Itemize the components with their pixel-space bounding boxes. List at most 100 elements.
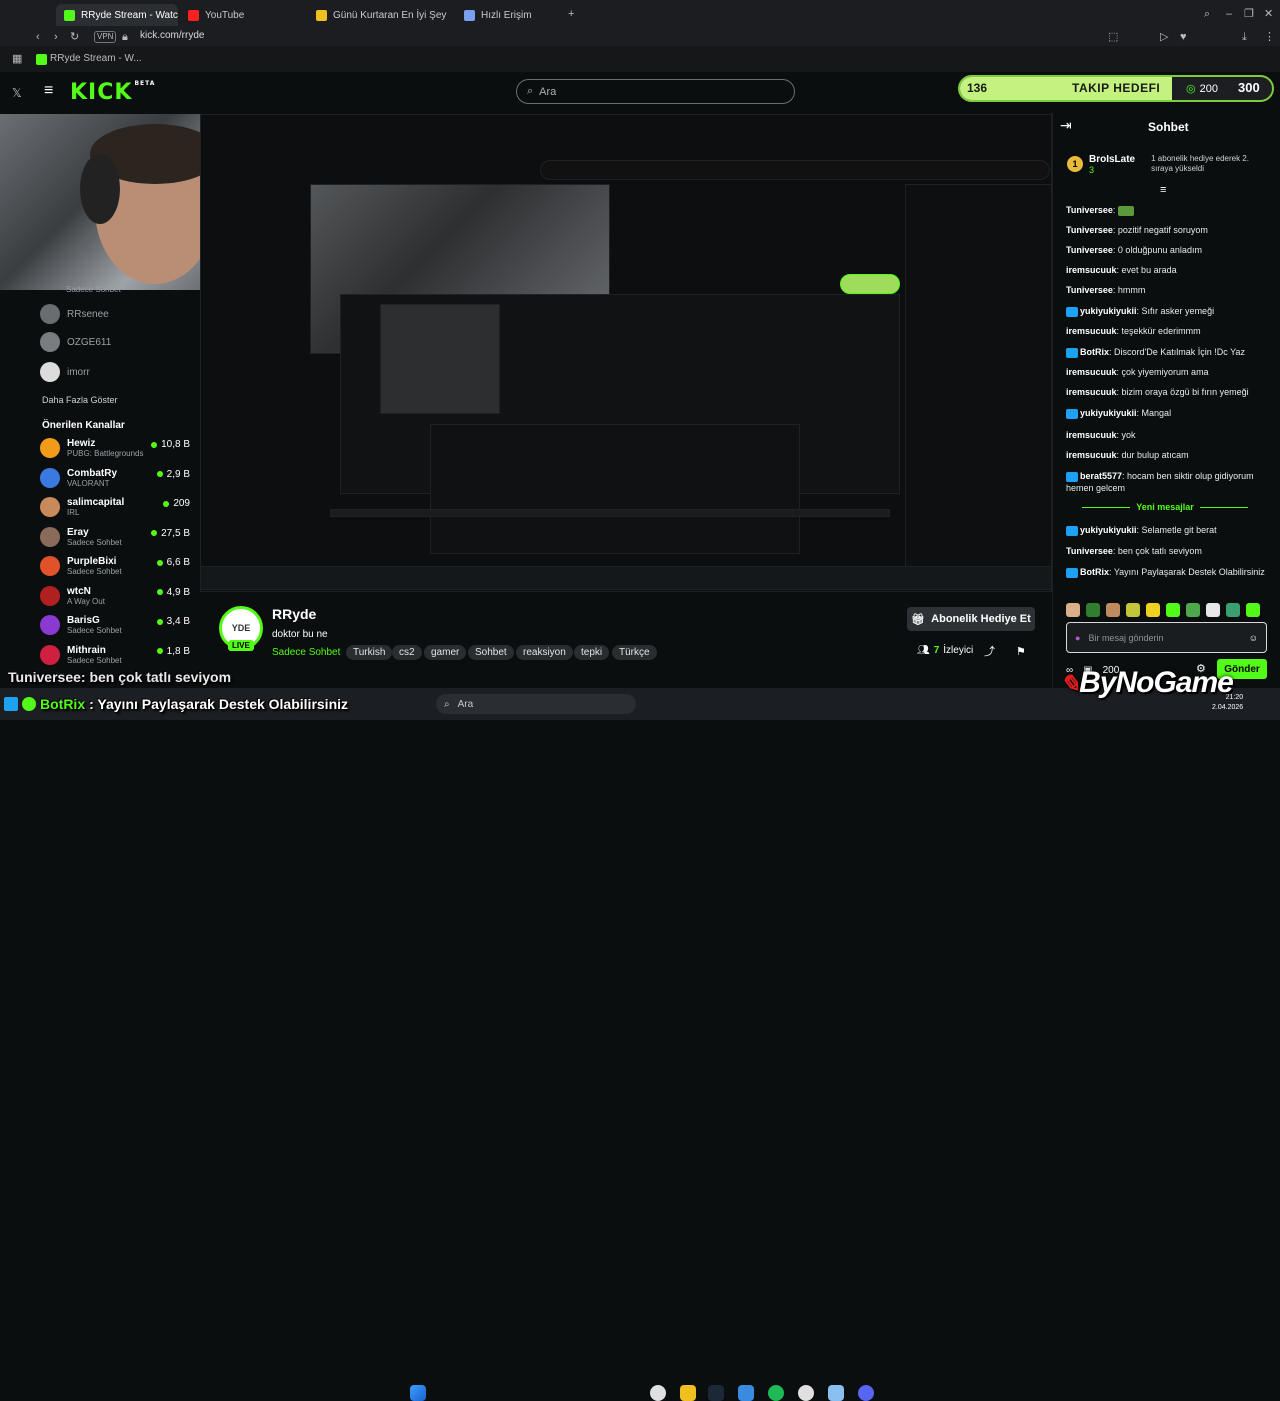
extension-icon[interactable]: ⬚	[1108, 30, 1118, 44]
tag-reaksiyon[interactable]: reaksiyon	[516, 645, 573, 660]
share-icon[interactable]: ⤴	[984, 645, 995, 659]
tag-sohbet[interactable]: Sohbet	[468, 645, 514, 660]
chat-message: BotRix: Discord'De Katılmak İçin !Dc Yaz	[1066, 346, 1268, 358]
emote-bar	[1066, 603, 1272, 619]
user-badge-icon	[1066, 525, 1078, 536]
reload-icon[interactable]: ↻	[70, 30, 79, 44]
emote-icon[interactable]	[1246, 603, 1260, 617]
store-icon[interactable]	[738, 1385, 754, 1401]
url-field[interactable]: kick.com/rryde	[140, 30, 204, 41]
maximize-icon[interactable]: ❐	[1244, 7, 1254, 21]
tag-turkce[interactable]: Türkçe	[612, 645, 657, 660]
start-icon[interactable]	[410, 1385, 426, 1401]
top-gifter-card: 1 BroIsLate 3 1 abonelik hediye ederek 2…	[1067, 148, 1267, 180]
channel-name[interactable]: RRyde	[272, 606, 316, 622]
tab-hizli-erisim[interactable]: Hızlı Erişim	[456, 4, 556, 26]
sidebar-toggle-icon[interactable]: ▦	[12, 52, 22, 66]
chat-message: iremsucuuk: evet bu arada	[1066, 265, 1177, 275]
kick-history-icon	[36, 54, 47, 65]
collapse-chat-icon[interactable]: ⇥	[1060, 118, 1072, 132]
emote-icon[interactable]	[1186, 603, 1200, 617]
play-icon[interactable]: ▷	[1160, 30, 1168, 44]
emote-icon[interactable]	[1066, 603, 1080, 617]
chat-message: BotRix: Yayını Paylaşarak Destek Olabili…	[1066, 566, 1268, 578]
emote-icon[interactable]	[1226, 603, 1240, 617]
viewer-count: 3,4 B	[156, 616, 190, 627]
emote-icon[interactable]	[1206, 603, 1220, 617]
sidebar-item-salimcapital[interactable]: salimcapital IRL 209	[40, 497, 190, 517]
steam-icon[interactable]	[708, 1385, 724, 1401]
opera-icon[interactable]	[650, 1385, 666, 1401]
forward-icon[interactable]: ›	[54, 30, 58, 44]
heart-icon[interactable]: ♥	[1180, 30, 1187, 44]
sidebar-item-mithrain[interactable]: Mithrain Sadece Sohbet 1,8 B	[40, 644, 190, 665]
chat-message: iremsucuuk: yok	[1066, 430, 1136, 440]
show-more-link[interactable]: Daha Fazla Göster	[42, 395, 118, 405]
menu-dots-icon[interactable]: ⋮	[1264, 30, 1275, 44]
sidebar-item-barisg[interactable]: BarisG Sadece Sohbet 3,4 B	[40, 615, 190, 635]
vpn-badge[interactable]: VPN	[94, 31, 117, 43]
tab-rryde[interactable]: RRyde Stream - Watch Li	[56, 4, 178, 26]
sidebar-item-purplebixi[interactable]: PurpleBixi Sadece Sohbet 6,6 B	[40, 556, 190, 576]
gift-subscription-button[interactable]: 🎁︎ Abonelik Hediye Et	[907, 607, 1035, 631]
search-tabs-icon[interactable]: ⌕	[1204, 7, 1210, 21]
hamburger-menu-icon[interactable]: ≡	[44, 83, 53, 99]
tag-tepki[interactable]: tepki	[574, 645, 610, 660]
sidebar-item-hewiz[interactable]: Hewiz PUBG: Battlegrounds 10,8 B	[40, 438, 190, 458]
live-dot-icon	[156, 471, 163, 477]
chat-message: yukiyukiyukii: Mangal	[1066, 407, 1268, 419]
viewer-count: 6,6 B	[156, 557, 190, 568]
users-icon: 👥︎	[917, 645, 930, 656]
user-badge-icon	[1066, 347, 1078, 358]
sidebar-item-eray[interactable]: Eray Sadece Sohbet 27,5 B	[40, 526, 190, 547]
tag-cs2[interactable]: cs2	[392, 645, 422, 660]
app-icon[interactable]	[828, 1385, 844, 1401]
avatar	[40, 556, 60, 576]
stream-category[interactable]: Sadece Sohbet	[272, 647, 340, 658]
follow-icon[interactable]: ⚑	[1016, 645, 1026, 659]
new-tab-icon[interactable]: +	[568, 7, 574, 21]
emoji-icon[interactable]: ☺	[1249, 633, 1258, 643]
kick-logo[interactable]: KICK BETA	[70, 80, 155, 105]
pinned-icon[interactable]: ≡	[1160, 183, 1166, 197]
sidebar-item-imorr[interactable]: imorr	[40, 362, 190, 382]
goal-target: ◎ 200	[1186, 82, 1218, 96]
history-item[interactable]: RRyde Stream - W...	[50, 52, 142, 66]
tab-youtube[interactable]: YouTube	[180, 4, 300, 26]
bynogame-logo-icon: ✎	[1060, 671, 1080, 698]
download-icon[interactable]: ⤓	[1242, 30, 1247, 44]
minimize-icon[interactable]: –	[1226, 7, 1232, 21]
chat-input[interactable]: ● Bir mesaj gönderin ☺	[1066, 622, 1267, 653]
goal-title: TAKIP HEDEFI	[1072, 81, 1161, 95]
folder-icon[interactable]	[680, 1385, 696, 1401]
obs-icon[interactable]	[798, 1385, 814, 1401]
spotify-icon[interactable]	[768, 1385, 784, 1401]
emote-icon[interactable]	[1146, 603, 1160, 617]
sidebar-item-ozge611[interactable]: OZGE611	[40, 332, 190, 352]
search-input[interactable]: ⌕ Ara	[516, 79, 795, 104]
gifter-name: BroIsLate	[1089, 153, 1136, 165]
back-icon[interactable]: ‹	[36, 30, 40, 44]
mic-icon[interactable]: ●	[1075, 633, 1080, 643]
emote-icon[interactable]	[1106, 603, 1120, 617]
stream-video[interactable]	[200, 114, 1052, 592]
tag-gamer[interactable]: gamer	[424, 645, 467, 660]
taskbar-search[interactable]: ⌕ Ara	[436, 694, 636, 714]
viewer-count: 👥︎ 7 İzleyici	[917, 645, 974, 656]
sidebar-item-rrsenee[interactable]: RRsenee	[40, 304, 190, 324]
emote-icon[interactable]	[1166, 603, 1180, 617]
sidebar-item-combatry[interactable]: CombatRy VALORANT 2,9 B	[40, 467, 190, 488]
discord-icon[interactable]	[858, 1385, 874, 1401]
live-dot-icon	[156, 618, 163, 625]
sidebar-item-wtcn[interactable]: wtcN A Way Out 4,9 B	[40, 585, 190, 606]
x-icon[interactable]: 𝕏	[12, 86, 22, 100]
chat-message: iremsucuuk: dur bulup atıcam	[1066, 450, 1189, 460]
tab-gunu-kurtaran[interactable]: Günü Kurtaran En İyi Şey	[308, 4, 454, 26]
tag-turkish[interactable]: Turkish	[346, 645, 393, 660]
live-dot-icon	[156, 559, 163, 566]
emote-icon[interactable]	[1086, 603, 1100, 617]
close-icon[interactable]: ✕	[1264, 7, 1273, 21]
avatar	[40, 467, 60, 488]
emote-icon[interactable]	[1126, 603, 1140, 617]
kick-coin-icon: ◎	[1186, 83, 1196, 95]
